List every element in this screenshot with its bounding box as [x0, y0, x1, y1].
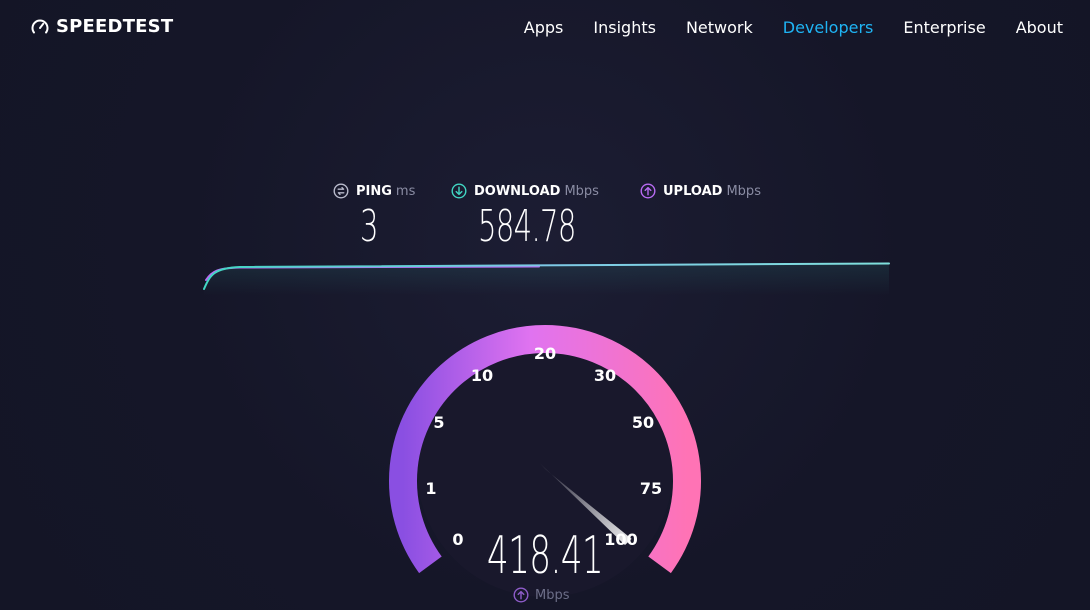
gauge-label-100: 100: [604, 530, 637, 549]
gauge-label-5: 5: [433, 413, 444, 432]
speed-gauge: 0 1 5 10 20 30 50 75 100: [389, 325, 701, 597]
gauge-speed-value: 418.41: [486, 526, 604, 586]
gauge-label-20: 20: [534, 344, 556, 363]
gauge-label-1: 1: [425, 479, 436, 498]
gauge-label-30: 30: [594, 366, 616, 385]
gauge-label-75: 75: [640, 479, 662, 498]
upload-arrow-icon: [513, 587, 529, 603]
gauge-label-10: 10: [471, 366, 493, 385]
gauge-label-50: 50: [632, 413, 654, 432]
gauge-label-0: 0: [452, 530, 463, 549]
gauge-unit-label: Mbps: [535, 587, 570, 603]
speedtest-app: SPEEDTEST Apps Insights Network Develope…: [0, 0, 1090, 610]
gauge-unit: Mbps: [513, 587, 570, 603]
